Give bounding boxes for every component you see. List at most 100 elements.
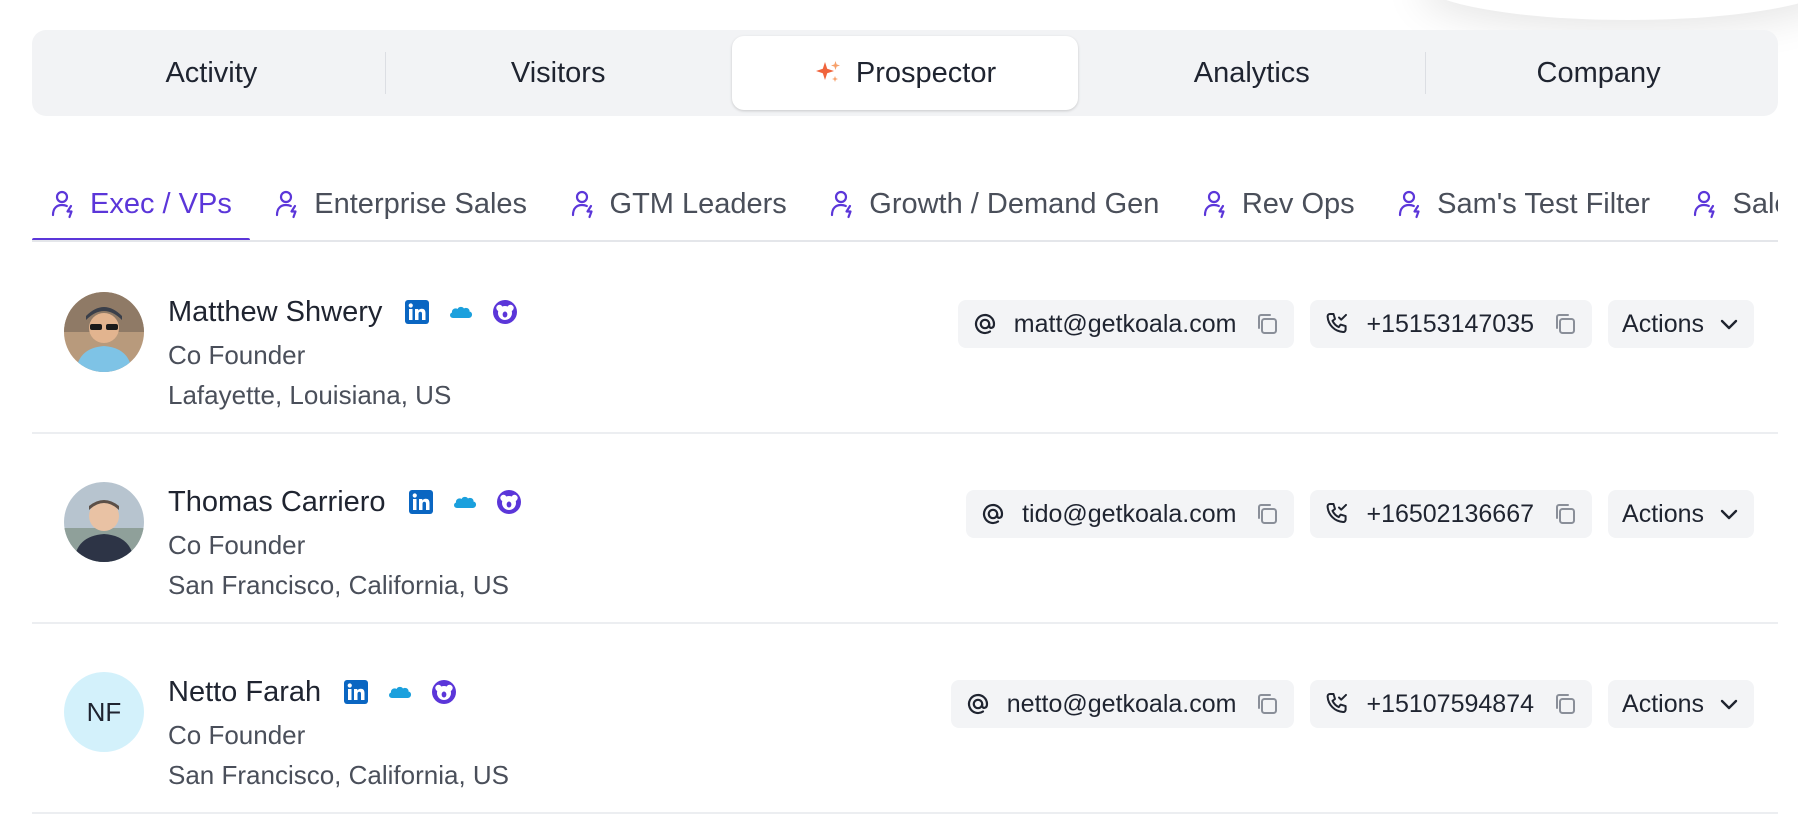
linkedin-icon[interactable] — [404, 299, 430, 325]
nav-tab-label: Analytics — [1193, 56, 1310, 89]
email-text: tido@getkoala.com — [1022, 499, 1237, 528]
person-title: Co Founder — [168, 340, 306, 370]
person-info: Thomas Carriero Co Founder San Francisco… — [168, 484, 540, 602]
nav-tab-activity[interactable]: Activity — [38, 36, 385, 110]
koala-icon[interactable] — [431, 679, 457, 705]
phone-text: +15153147035 — [1366, 309, 1535, 338]
copy-icon[interactable] — [1254, 691, 1280, 717]
phone-check-icon — [1327, 503, 1348, 523]
actions-label: Actions — [1622, 499, 1704, 528]
contact-actions: tido@getkoala.com +16502136667 Actions — [966, 490, 1754, 538]
sparkle-icon — [815, 61, 840, 82]
copy-icon[interactable] — [1254, 311, 1280, 337]
nav-tab-label: Visitors — [510, 56, 606, 89]
filter-tab-sales[interactable]: Sales — [1674, 168, 1778, 240]
chevron-down-icon — [1720, 699, 1738, 710]
filter-tab-label: Sam's Test Filter — [1437, 187, 1651, 220]
chevron-down-icon — [1720, 319, 1738, 330]
phone-check-icon — [1327, 313, 1348, 333]
person-location: Lafayette, Louisiana, US — [168, 380, 452, 410]
filter-tab-label: Sales — [1732, 187, 1778, 220]
nav-tab-label: Activity — [165, 56, 258, 89]
filter-tab-label: Enterprise Sales — [314, 187, 528, 220]
avatar[interactable] — [64, 292, 144, 372]
phone-pill[interactable]: +15107594874 — [1310, 680, 1593, 728]
person-title: Co Founder — [168, 530, 306, 560]
filter-tab-label: Rev Ops — [1241, 187, 1355, 220]
person-photo — [64, 292, 144, 372]
contact-actions: matt@getkoala.com +15153147035 Actions — [957, 300, 1754, 348]
email-text: matt@getkoala.com — [1013, 309, 1237, 338]
copy-icon[interactable] — [1254, 501, 1280, 527]
person-name[interactable]: Thomas Carriero — [168, 486, 386, 519]
actions-button[interactable]: Actions — [1608, 490, 1754, 538]
email-text: netto@getkoala.com — [1006, 689, 1237, 718]
person-name[interactable]: Matthew Shwery — [168, 296, 382, 329]
filter-tab-growth-demand-gen[interactable]: Growth / Demand Gen — [811, 168, 1177, 240]
at-sign-icon — [967, 693, 988, 715]
filter-tab-sams-test-filter[interactable]: Sam's Test Filter — [1379, 168, 1668, 240]
user-bolt-icon — [1694, 190, 1716, 219]
avatar[interactable]: NF — [64, 672, 144, 752]
chevron-down-icon — [1720, 509, 1738, 520]
nav-tab-prospector[interactable]: Prospector — [731, 36, 1079, 110]
person-info: Matthew Shwery Co Founder Lafayette, Lou… — [168, 294, 536, 412]
linkedin-icon[interactable] — [343, 679, 369, 705]
phone-pill[interactable]: +16502136667 — [1310, 490, 1593, 538]
user-bolt-icon — [831, 190, 852, 219]
phone-check-icon — [1327, 693, 1348, 713]
email-pill[interactable]: matt@getkoala.com — [957, 300, 1295, 348]
actions-button[interactable]: Actions — [1608, 300, 1754, 348]
filter-tab-label: Growth / Demand Gen — [869, 187, 1160, 220]
list-item: Matthew Shwery Co Founder Lafayette, Lou… — [32, 244, 1778, 434]
actions-button[interactable]: Actions — [1608, 680, 1754, 728]
koala-icon[interactable] — [492, 299, 518, 325]
person-title: Co Founder — [168, 720, 306, 750]
filter-tab-enterprise-sales[interactable]: Enterprise Sales — [256, 168, 545, 240]
user-bolt-icon — [276, 190, 297, 219]
phone-text: +16502136667 — [1366, 499, 1535, 528]
filter-tab-label: Exec / VPs — [90, 187, 232, 220]
user-bolt-icon — [571, 190, 593, 219]
koala-icon[interactable] — [496, 489, 522, 515]
email-pill[interactable]: tido@getkoala.com — [966, 490, 1295, 538]
list-item: NF Netto Farah Co Founder San Francisco,… — [32, 624, 1778, 814]
copy-icon[interactable] — [1552, 311, 1578, 337]
top-right-shadow — [1418, 0, 1798, 20]
avatar-initials: NF — [86, 696, 122, 727]
linkedin-icon[interactable] — [408, 489, 434, 515]
salesforce-icon[interactable] — [452, 489, 478, 515]
person-info: Netto Farah Co Founder San Francisco, Ca… — [168, 674, 509, 792]
salesforce-icon[interactable] — [387, 679, 413, 705]
filter-tab-label: GTM Leaders — [609, 187, 787, 220]
person-photo — [64, 482, 144, 562]
user-bolt-icon — [1203, 190, 1225, 219]
list-item: Thomas Carriero Co Founder San Francisco… — [32, 434, 1778, 624]
person-name[interactable]: Netto Farah — [168, 676, 321, 709]
contact-actions: netto@getkoala.com +15107594874 Actions — [950, 680, 1754, 728]
phone-text: +15107594874 — [1366, 689, 1535, 718]
persona-filter-tabs: Exec / VPs Enterprise Sales GTM Leaders … — [32, 168, 1778, 242]
nav-tab-company[interactable]: Company — [1425, 36, 1772, 110]
actions-label: Actions — [1622, 309, 1704, 338]
at-sign-icon — [974, 313, 995, 335]
avatar[interactable] — [64, 482, 144, 562]
phone-pill[interactable]: +15153147035 — [1310, 300, 1593, 348]
filter-tab-gtm-leaders[interactable]: GTM Leaders — [552, 168, 805, 240]
nav-tab-label: Prospector — [855, 56, 997, 89]
filter-tab-rev-ops[interactable]: Rev Ops — [1184, 168, 1373, 240]
person-location: San Francisco, California, US — [168, 570, 510, 600]
people-list: Matthew Shwery Co Founder Lafayette, Lou… — [32, 244, 1778, 814]
user-bolt-icon — [51, 190, 73, 219]
nav-tab-analytics[interactable]: Analytics — [1078, 36, 1425, 110]
copy-icon[interactable] — [1552, 501, 1578, 527]
salesforce-icon[interactable] — [448, 299, 474, 325]
nav-tab-label: Company — [1536, 56, 1661, 89]
filter-tab-exec-vps[interactable]: Exec / VPs — [32, 168, 250, 240]
copy-icon[interactable] — [1552, 691, 1578, 717]
main-nav: Activity Visitors Prospector Analytics C… — [32, 30, 1778, 116]
email-pill[interactable]: netto@getkoala.com — [950, 680, 1295, 728]
actions-label: Actions — [1622, 689, 1704, 718]
at-sign-icon — [982, 503, 1004, 525]
nav-tab-visitors[interactable]: Visitors — [384, 36, 732, 110]
